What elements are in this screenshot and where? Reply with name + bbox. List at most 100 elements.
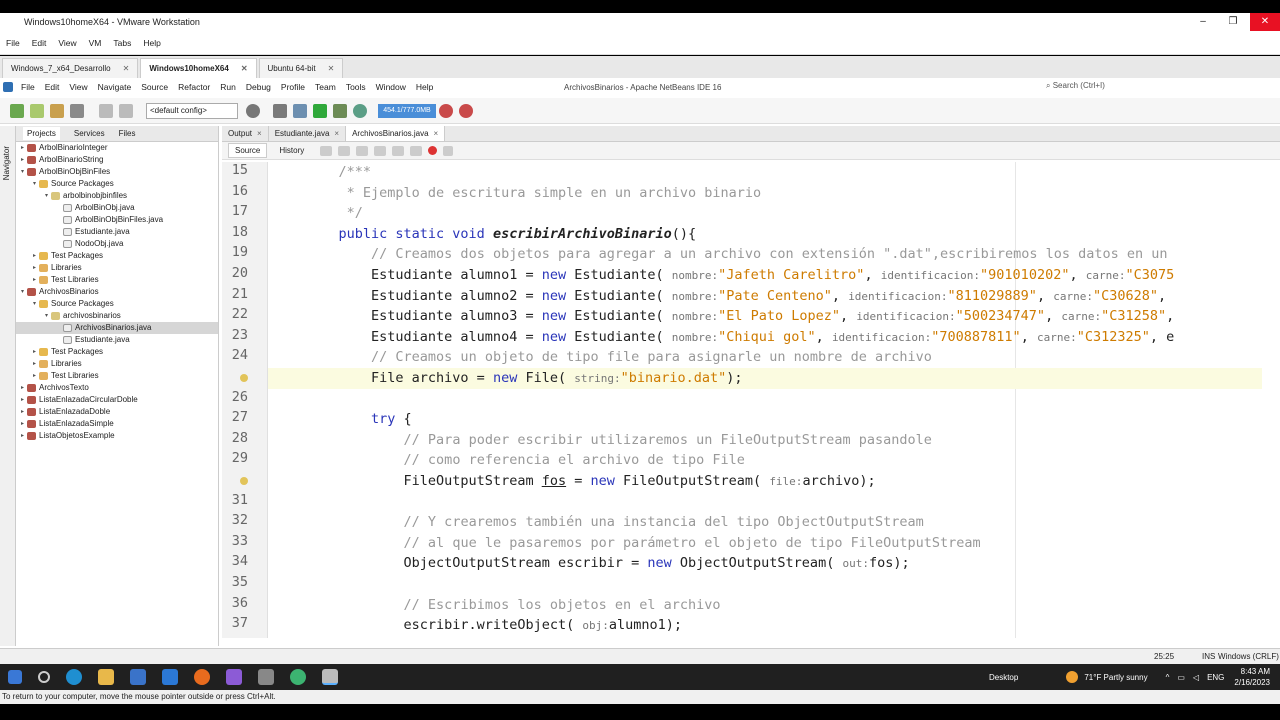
expand-toggle-icon[interactable]: ▸	[18, 382, 27, 394]
toggle-bookmark-icon[interactable]	[374, 145, 387, 156]
tree-node[interactable]: NodoObj.java	[16, 238, 218, 250]
tree-node[interactable]: ▸ Test Packages	[16, 250, 218, 262]
expand-toggle-icon[interactable]: ▸	[18, 142, 27, 154]
navigator-tab[interactable]: Navigator	[2, 146, 11, 180]
expand-toggle-icon[interactable]: ▾	[42, 310, 51, 322]
tree-node[interactable]: ▸ ListaEnlazadaDoble	[16, 406, 218, 418]
close-tab-icon[interactable]: ✕	[328, 64, 335, 73]
back-icon[interactable]	[320, 145, 333, 156]
netbeans-taskbar-icon[interactable]	[322, 669, 338, 685]
tree-node[interactable]: Estudiante.java	[16, 226, 218, 238]
profiler-icon[interactable]	[459, 103, 473, 118]
config-select[interactable]: <default config>	[146, 102, 238, 119]
tree-node[interactable]: ▸ ArbolBinarioString	[16, 154, 218, 166]
expand-toggle-icon[interactable]: ▸	[30, 250, 39, 262]
nb-menu-navigate[interactable]: Navigate	[98, 82, 132, 92]
tree-node[interactable]: ▾ Source Packages	[16, 298, 218, 310]
code-editor[interactable]: 15 16 17 18 19 20 21 22 23 24 26 27 28 29 31 32 33 34 35 36…	[222, 162, 1262, 638]
expand-toggle-icon[interactable]: ▸	[30, 370, 39, 382]
expand-toggle-icon[interactable]: ▸	[18, 394, 27, 406]
tree-node[interactable]: ▸ Test Packages	[16, 346, 218, 358]
expand-toggle-icon[interactable]: ▸	[30, 274, 39, 286]
vm-menu-vm[interactable]: VM	[89, 38, 102, 48]
nb-menu-tools[interactable]: Tools	[346, 82, 366, 92]
expand-toggle-icon[interactable]: ▸	[18, 430, 27, 442]
nb-menu-run[interactable]: Run	[220, 82, 236, 92]
tree-node[interactable]: ▾ ArbolBinObjBinFiles	[16, 166, 218, 178]
nb-menu-help[interactable]: Help	[416, 82, 433, 92]
expand-toggle-icon[interactable]: ▸	[18, 406, 27, 418]
hint-bulb-icon[interactable]	[240, 374, 248, 382]
open-project-icon[interactable]	[50, 103, 64, 118]
nb-menu-window[interactable]: Window	[376, 82, 406, 92]
editor-tab[interactable]: ArchivosBinarios.java ×	[346, 126, 446, 141]
expand-toggle-icon[interactable]: ▾	[42, 190, 51, 202]
forward-icon[interactable]	[338, 145, 351, 156]
save-all-icon[interactable]	[70, 103, 84, 118]
tree-node[interactable]: ArchivosBinarios.java	[16, 322, 218, 334]
nb-menu-refactor[interactable]: Refactor	[178, 82, 210, 92]
tree-node[interactable]: Estudiante.java	[16, 334, 218, 346]
tree-node[interactable]: ▸ Test Libraries	[16, 370, 218, 382]
desktop-toolbar[interactable]: Desktop	[989, 673, 1018, 682]
language-indicator[interactable]: ENG	[1207, 673, 1224, 682]
tool-icon[interactable]	[258, 669, 274, 685]
source-tab[interactable]: Source	[228, 143, 268, 158]
tree-node[interactable]: ▸ ListaEnlazadaSimple	[16, 418, 218, 430]
restore-icon[interactable]: ❐	[1218, 13, 1248, 31]
nb-menu-file[interactable]: File	[21, 82, 35, 92]
close-icon[interactable]: ✕	[1250, 13, 1280, 31]
expand-toggle-icon[interactable]: ▾	[30, 178, 39, 190]
shift-right-icon[interactable]	[410, 145, 423, 156]
tree-node[interactable]: ▸ ArbolBinarioInteger	[16, 142, 218, 154]
search-input[interactable]: ⌕ Search (Ctrl+I)	[1046, 81, 1166, 91]
editor-tab[interactable]: Output ×	[222, 126, 269, 141]
nb-menu-view[interactable]: View	[69, 82, 87, 92]
tree-node[interactable]: ▸ Test Libraries	[16, 274, 218, 286]
network-icon[interactable]: ▭	[1177, 673, 1185, 682]
vm-menu-file[interactable]: File	[6, 38, 20, 48]
gc-icon[interactable]	[439, 103, 453, 118]
close-tab-icon[interactable]: ×	[257, 129, 262, 138]
expand-toggle-icon[interactable]: ▸	[18, 154, 27, 166]
undo-icon[interactable]	[99, 103, 113, 118]
expand-toggle-icon[interactable]: ▾	[18, 166, 27, 178]
search-taskbar-icon[interactable]	[38, 671, 50, 683]
expand-toggle-icon[interactable]: ▸	[18, 418, 27, 430]
memory-indicator[interactable]: 454.1/777.0MB	[378, 103, 436, 118]
minimize-icon[interactable]: –	[1188, 13, 1218, 31]
nb-menu-profile[interactable]: Profile	[281, 82, 305, 92]
edge-icon[interactable]	[66, 669, 82, 685]
tree-node[interactable]: ▾ Source Packages	[16, 178, 218, 190]
close-tab-icon[interactable]: ×	[434, 129, 439, 138]
target-icon[interactable]	[246, 103, 260, 118]
vm-menu-view[interactable]: View	[58, 38, 76, 48]
tree-node[interactable]: ArbolBinObj.java	[16, 202, 218, 214]
run-icon[interactable]	[313, 103, 327, 118]
debug-icon[interactable]	[333, 103, 347, 118]
expand-toggle-icon[interactable]: ▸	[30, 358, 39, 370]
tree-node[interactable]: ▸ ListaObjetosExample	[16, 430, 218, 442]
firefox-icon[interactable]	[194, 669, 210, 685]
history-tab[interactable]: History	[273, 144, 310, 157]
nb-menu-source[interactable]: Source	[141, 82, 168, 92]
build-icon[interactable]	[273, 103, 287, 118]
hint-bulb-icon[interactable]	[240, 477, 248, 485]
close-tab-icon[interactable]: ✕	[123, 64, 130, 73]
tree-node[interactable]: ▸ Libraries	[16, 262, 218, 274]
new-project-icon[interactable]	[30, 103, 44, 118]
tree-node[interactable]: ▾ ArchivosBinarios	[16, 286, 218, 298]
panel-tab-files[interactable]: Files	[119, 129, 136, 138]
start-icon[interactable]	[8, 670, 22, 684]
expand-toggle-icon[interactable]: ▾	[18, 286, 27, 298]
expand-toggle-icon[interactable]: ▸	[30, 262, 39, 274]
store-icon[interactable]	[130, 669, 146, 685]
clock[interactable]: 8:43 AM 2/16/2023	[1234, 666, 1270, 688]
file-explorer-icon[interactable]	[98, 669, 114, 685]
expand-toggle-icon[interactable]: ▾	[30, 298, 39, 310]
tree-node[interactable]: ArbolBinObjBinFiles.java	[16, 214, 218, 226]
panel-tab-services[interactable]: Services	[74, 129, 105, 138]
vm-tab[interactable]: Windows10homeX64 ✕	[140, 58, 257, 78]
vm-menu-help[interactable]: Help	[143, 38, 160, 48]
refresh-app-icon[interactable]	[290, 669, 306, 685]
